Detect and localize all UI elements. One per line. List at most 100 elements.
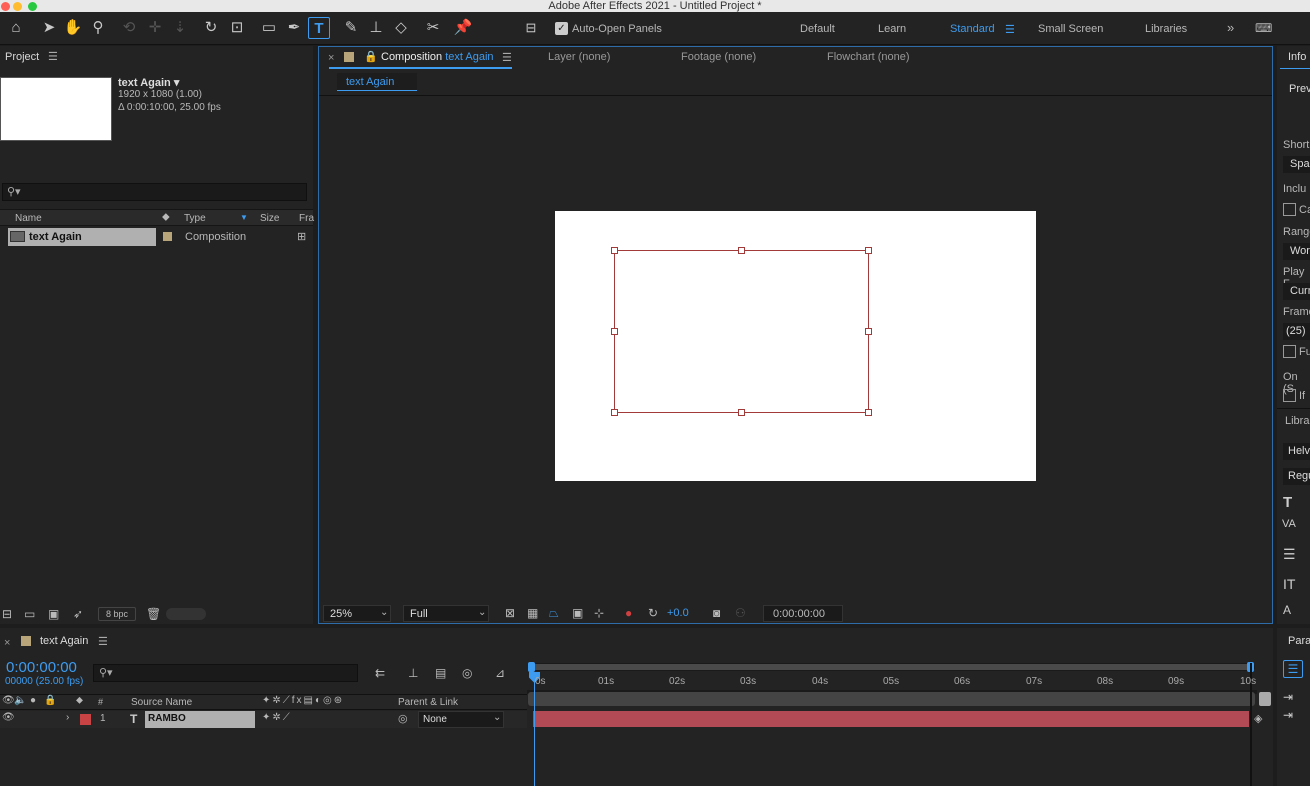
tab-composition[interactable]: Composition text Again [381,51,494,63]
bbox-handle-bl[interactable] [611,409,618,416]
bbox-handle-mr[interactable] [865,328,872,335]
font-family-select[interactable]: Helv [1283,443,1310,460]
orbit-camera-icon[interactable]: ⟲ [118,17,140,39]
grid-guides-icon[interactable]: ⊹ [594,606,604,620]
current-time-display[interactable]: 0:00:00:00 [6,659,77,676]
brush-tool-icon[interactable]: ✎ [340,17,362,39]
project-menu-icon[interactable]: ☰ [48,50,58,63]
leading-icon[interactable]: ☰ [1283,546,1296,563]
close-timeline-icon[interactable]: × [4,637,10,649]
timeline-search-input[interactable]: ⚲▾ [93,664,358,682]
project-search-input[interactable]: ⚲▾ [2,183,307,201]
hand-tool-icon[interactable]: ✋ [62,17,84,39]
rectangle-tool-icon[interactable]: ▭ [258,17,280,39]
layer-name-field[interactable]: RAMBO [145,711,255,728]
parent-select[interactable]: None ⌄ [418,711,504,728]
pen-tool-icon[interactable]: ✒ [283,17,305,39]
workspace-standard[interactable]: Standard [950,23,995,35]
project-panel-title[interactable]: Project [5,51,39,63]
workspace-menu-icon[interactable]: ☰ [1005,23,1015,36]
col-source-name[interactable]: Source Name [131,697,192,708]
layer-switches[interactable]: ✦✲⟋ [262,712,292,723]
viewer-menu-icon[interactable]: ☰ [502,51,512,64]
indent-first-line-icon[interactable]: ⇥ [1283,708,1293,722]
tab-info[interactable]: Info [1288,51,1306,63]
workspace-libraries[interactable]: Libraries [1145,23,1187,35]
range-select[interactable]: Wor [1283,243,1310,260]
pick-whip-icon[interactable]: ◎ [398,712,408,725]
bit-depth-button[interactable]: 8 bpc [98,607,136,621]
work-area-bar[interactable] [528,662,1255,672]
layer-duration-bar[interactable] [533,711,1249,727]
video-toggle-eye-icon[interactable]: 👁 [2,712,15,723]
comp-name[interactable]: text Again ▾ [118,76,179,89]
panel-toggle-icon[interactable]: ⊟ [520,17,542,39]
home-icon[interactable]: ⌂ [5,17,27,39]
pan-camera-icon[interactable]: ✛ [144,17,166,39]
tab-paragraph[interactable]: Para [1288,635,1310,647]
eraser-tool-icon[interactable]: ◇ [390,17,412,39]
auto-open-panels-checkbox[interactable]: ✓ [555,22,568,35]
col-parent-link[interactable]: Parent & Link [398,697,458,708]
vertical-scale-icon[interactable]: IT [1283,576,1295,592]
type-tool-icon[interactable]: T [308,17,330,39]
new-folder-icon[interactable]: ▭ [24,607,35,621]
bbox-handle-ml[interactable] [611,328,618,335]
zoom-tool-icon[interactable]: ⚲ [87,17,109,39]
timeline-tab[interactable]: text Again [40,635,88,647]
zoom-select[interactable]: 25% ⌄ [323,605,391,622]
draft-3d-icon[interactable]: ⊥ [408,666,418,680]
reset-exposure-icon[interactable]: ↻ [648,606,658,620]
indent-left-icon[interactable]: ⇥ [1283,690,1293,704]
full-screen-checkbox[interactable] [1283,345,1296,358]
timeline-menu-icon[interactable]: ☰ [98,635,108,648]
fast-previews-icon[interactable]: ⊠ [505,606,515,620]
frame-rate-select[interactable]: (25) [1283,323,1310,340]
font-style-select[interactable]: Regu [1283,468,1310,485]
rotate-tool-icon[interactable]: ↻ [200,17,222,39]
composition-canvas[interactable] [555,211,1036,481]
thumbnail-slider[interactable] [166,608,206,620]
baseline-shift-icon[interactable]: A [1283,603,1291,617]
col-size[interactable]: Size [260,213,279,224]
flowchart-icon[interactable]: ⊞ [297,230,306,243]
exposure-value[interactable]: +0.0 [667,607,689,619]
cache-checkbox[interactable] [1283,203,1296,216]
roto-brush-tool-icon[interactable]: ✂ [422,17,444,39]
trash-icon[interactable]: 🗑 [146,607,161,621]
graph-editor-icon[interactable]: ⊿ [495,666,505,680]
more-workspaces-icon[interactable]: » [1227,20,1234,35]
navigator-end-handle[interactable] [1259,692,1271,706]
font-size-icon[interactable]: T [1283,494,1292,511]
dolly-camera-icon[interactable]: ⇣ [169,17,191,39]
mask-visibility-icon[interactable]: ▣ [572,606,583,620]
shy-layers-icon[interactable]: ▤ [435,666,446,680]
snapshot-camera-icon[interactable]: ◙ [713,606,720,620]
region-of-interest-icon[interactable]: ⏢ [549,606,559,620]
layer-label-color[interactable] [80,714,91,725]
item-name[interactable]: text Again [29,231,82,243]
col-name[interactable]: Name [15,213,42,224]
frame-blending-icon[interactable]: ◎ [462,666,472,680]
tab-flowchart[interactable]: Flowchart (none) [827,51,910,63]
workspace-learn[interactable]: Learn [878,23,906,35]
label-color-swatch[interactable] [163,232,172,241]
lock-icon[interactable]: 🔒 [364,50,378,63]
if-caching-checkbox[interactable] [1283,389,1296,402]
interpret-footage-icon[interactable]: ⊟ [2,607,12,621]
libraries-tab[interactable]: Libra [1285,415,1309,427]
resolution-select[interactable]: Full ⌄ [403,605,489,622]
bbox-handle-tr[interactable] [865,247,872,254]
adobe-media-encoder-icon[interactable]: ➶ [73,607,83,621]
layer-row[interactable]: 👁 › 1 T RAMBO ✦✲⟋ ◎ None ⌄ [0,711,527,728]
breadcrumb-label[interactable]: text Again [346,76,394,88]
workspace-default[interactable]: Default [800,23,835,35]
zoom-window-button[interactable] [28,2,37,11]
search-help-icon[interactable]: ⌨ [1255,21,1272,35]
tab-layer[interactable]: Layer (none) [548,51,610,63]
current-time-field[interactable]: 0:00:00:00 [763,605,843,622]
channel-rgb-icon[interactable]: ● [625,606,632,620]
anchor-point-tool-icon[interactable]: ⊡ [226,17,248,39]
tab-footage[interactable]: Footage (none) [681,51,756,63]
col-frame-rate[interactable]: Fra [299,213,314,224]
